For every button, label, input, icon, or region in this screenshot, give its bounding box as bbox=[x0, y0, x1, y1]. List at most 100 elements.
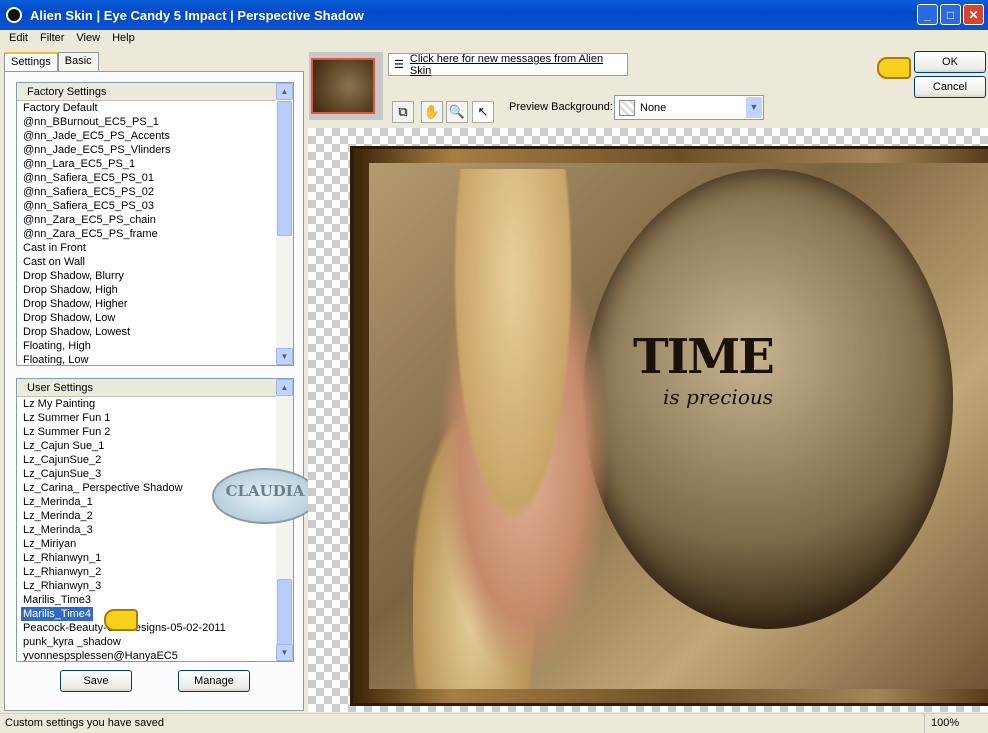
title-bar: Alien Skin | Eye Candy 5 Impact | Perspe… bbox=[0, 0, 988, 30]
list-item[interactable]: Factory Default bbox=[23, 101, 276, 115]
ok-button[interactable]: OK bbox=[914, 51, 986, 73]
scroll-up-icon[interactable]: ▲ bbox=[276, 379, 293, 396]
preview-background-select[interactable]: None ▼ bbox=[614, 95, 764, 120]
list-item-label: Factory Default bbox=[23, 102, 98, 114]
scroll-up-icon[interactable]: ▲ bbox=[276, 83, 293, 100]
list-item-label: Lz_Carina_ Perspective Shadow bbox=[23, 482, 183, 494]
list-item[interactable]: Marilis_Time3 bbox=[23, 593, 276, 607]
chevron-down-icon[interactable]: ▼ bbox=[746, 97, 762, 118]
list-item[interactable]: Lz_Miriyan bbox=[23, 537, 276, 551]
menu-bar: Edit Filter View Help bbox=[0, 30, 988, 48]
list-item[interactable]: @nn_Safiera_EC5_PS_03 bbox=[23, 199, 276, 213]
list-item-label: Lz_Rhianwyn_3 bbox=[23, 580, 102, 592]
status-text: Custom settings you have saved bbox=[5, 717, 164, 729]
swatch-icon bbox=[619, 99, 635, 116]
maximize-button[interactable]: □ bbox=[940, 4, 961, 25]
list-item-label: Lz My Painting bbox=[23, 398, 96, 410]
list-item[interactable]: Peacock-Beauty-CG-Designs-05-02-2011 bbox=[23, 621, 276, 635]
list-item[interactable]: Floating, Low bbox=[23, 353, 276, 366]
list-item[interactable]: Lz Summer Fun 1 bbox=[23, 411, 276, 425]
list-item-label: @nn_Safiera_EC5_PS_02 bbox=[23, 186, 155, 198]
list-item-label: Lz_Cajun Sue_1 bbox=[23, 440, 105, 452]
status-bar: Custom settings you have saved 100% bbox=[0, 713, 988, 733]
list-item-label: yvonnespsplessen@HanyaEC5 bbox=[23, 650, 178, 662]
list-item[interactable]: Lz_Cajun Sue_1 bbox=[23, 439, 276, 453]
user-settings-header: User Settings bbox=[17, 379, 293, 397]
tab-settings[interactable]: Settings bbox=[4, 52, 58, 72]
list-item[interactable]: Lz_CajunSue_2 bbox=[23, 453, 276, 467]
list-item[interactable]: Lz_Rhianwyn_1 bbox=[23, 551, 276, 565]
preview-image: TIME is precious bbox=[350, 146, 988, 706]
list-item[interactable]: Lz Summer Fun 2 bbox=[23, 425, 276, 439]
list-item-label: @nn_Lara_EC5_PS_1 bbox=[23, 158, 136, 170]
factory-settings-list[interactable]: Factory Settings Factory Default @nn_BBur… bbox=[16, 82, 294, 366]
list-item-label: Floating, Low bbox=[23, 354, 89, 366]
list-item-label: Drop Shadow, Lowest bbox=[23, 326, 131, 338]
scroll-down-icon[interactable]: ▼ bbox=[276, 644, 293, 661]
list-item-label: @nn_Safiera_EC5_PS_03 bbox=[23, 200, 155, 212]
list-item[interactable]: @nn_Safiera_EC5_PS_01 bbox=[23, 171, 276, 185]
scroll-thumb[interactable] bbox=[277, 101, 292, 236]
list-item[interactable]: yvonnespsplessen@HanyaEC5 bbox=[23, 649, 276, 662]
hand-icon[interactable]: ✋ bbox=[421, 101, 443, 123]
list-item-label: Drop Shadow, Low bbox=[23, 312, 116, 324]
list-item-label: Lz_Merinda_3 bbox=[23, 524, 93, 536]
list-item-label: Cast on Wall bbox=[23, 256, 85, 268]
list-item[interactable]: @nn_Zara_EC5_PS_frame bbox=[23, 227, 276, 241]
list-item[interactable]: @nn_Jade_EC5_PS_Vlinders bbox=[23, 143, 276, 157]
manage-button[interactable]: Manage bbox=[178, 670, 250, 692]
list-item[interactable]: Drop Shadow, Higher bbox=[23, 297, 276, 311]
list-item-label: Lz_CajunSue_3 bbox=[23, 468, 102, 480]
arrow-icon[interactable]: ↖ bbox=[472, 101, 494, 123]
list-item[interactable]: Drop Shadow, High bbox=[23, 283, 276, 297]
list-item[interactable]: Marilis_Time4 bbox=[21, 607, 276, 621]
scroll-thumb[interactable] bbox=[277, 579, 292, 645]
list-item[interactable]: @nn_Lara_EC5_PS_1 bbox=[23, 157, 276, 171]
window-title: Alien Skin | Eye Candy 5 Impact | Perspe… bbox=[30, 7, 364, 23]
list-item[interactable]: @nn_Safiera_EC5_PS_02 bbox=[23, 185, 276, 199]
menu-view[interactable]: View bbox=[70, 30, 106, 48]
list-item-label: Lz_Miriyan bbox=[23, 538, 77, 550]
cancel-button[interactable]: Cancel bbox=[914, 76, 986, 98]
time-text: TIME is precious bbox=[633, 329, 775, 409]
preview-canvas[interactable]: TIME is precious bbox=[308, 128, 988, 712]
messages-link[interactable]: ☰ Click here for new messages from Alien… bbox=[388, 53, 628, 77]
claudia-watermark: CLAUDIA bbox=[212, 468, 318, 524]
save-button[interactable]: Save bbox=[60, 670, 132, 692]
list-item-label: Lz_Merinda_2 bbox=[23, 510, 93, 522]
list-item[interactable]: punk_kyra _shadow bbox=[23, 635, 276, 649]
list-item-label: Marilis_Time3 bbox=[23, 594, 92, 606]
list-item[interactable]: Drop Shadow, Lowest bbox=[23, 325, 276, 339]
list-item-label: Drop Shadow, High bbox=[23, 284, 118, 296]
list-item[interactable]: @nn_Jade_EC5_PS_Accents bbox=[23, 129, 276, 143]
list-item[interactable]: Lz_Merinda_3 bbox=[23, 523, 276, 537]
list-item[interactable]: Cast on Wall bbox=[23, 255, 276, 269]
list-item[interactable]: @nn_Zara_EC5_PS_chain bbox=[23, 213, 276, 227]
list-item[interactable]: Lz_Rhianwyn_3 bbox=[23, 579, 276, 593]
list-item[interactable]: Floating, High bbox=[23, 339, 276, 353]
list-item[interactable]: @nn_BBurnout_EC5_PS_1 bbox=[23, 115, 276, 129]
list-item[interactable]: Drop Shadow, Blurry bbox=[23, 269, 276, 283]
preview-background-label: Preview Background: bbox=[509, 101, 613, 113]
list-item-label: Lz Summer Fun 2 bbox=[23, 426, 111, 438]
list-item[interactable]: Lz_Rhianwyn_2 bbox=[23, 565, 276, 579]
list-item[interactable]: Cast in Front bbox=[23, 241, 276, 255]
navigator-thumbnail[interactable] bbox=[309, 52, 383, 120]
list-item-label: @nn_Zara_EC5_PS_chain bbox=[23, 214, 156, 226]
list-item-label: @nn_Zara_EC5_PS_frame bbox=[23, 228, 158, 240]
minimize-button[interactable]: _ bbox=[917, 4, 938, 25]
zoom-icon[interactable]: 🔍 bbox=[446, 101, 468, 123]
pointing-hand-icon bbox=[104, 609, 138, 631]
menu-filter[interactable]: Filter bbox=[34, 30, 70, 48]
preview-toggle-icon[interactable]: ⧉ bbox=[392, 101, 414, 123]
factory-settings-header: Factory Settings bbox=[17, 83, 293, 101]
tab-basic[interactable]: Basic bbox=[57, 52, 99, 72]
scroll-down-icon[interactable]: ▼ bbox=[276, 348, 293, 365]
list-item[interactable]: Lz My Painting bbox=[23, 397, 276, 411]
list-item-label: @nn_BBurnout_EC5_PS_1 bbox=[23, 116, 159, 128]
factory-scrollbar[interactable]: ▲ ▼ bbox=[276, 83, 293, 365]
list-item[interactable]: Drop Shadow, Low bbox=[23, 311, 276, 325]
menu-edit[interactable]: Edit bbox=[3, 30, 34, 48]
menu-help[interactable]: Help bbox=[106, 30, 141, 48]
close-button[interactable]: ✕ bbox=[963, 4, 984, 25]
